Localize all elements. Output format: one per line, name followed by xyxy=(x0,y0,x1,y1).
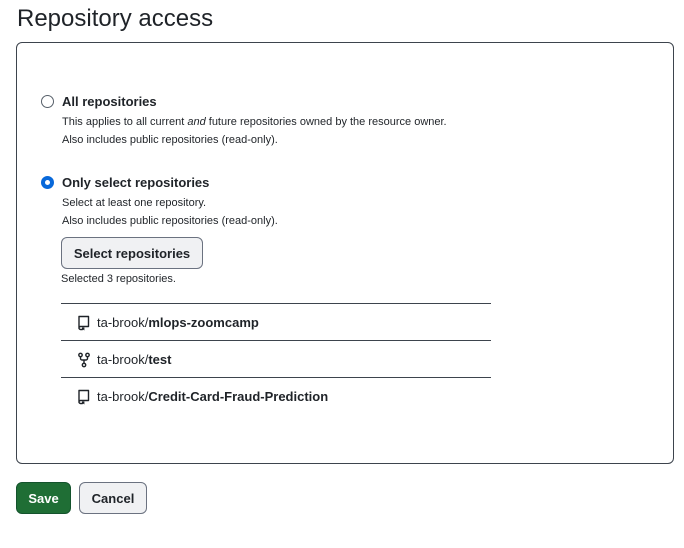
repo-icon xyxy=(78,315,90,331)
all-repositories-radio[interactable] xyxy=(41,95,54,108)
repo-row: ta-brook/Credit-Card-Fraud-Prediction xyxy=(61,377,491,415)
selected-repository-list: ta-brook/mlops-zoomcamp ta-brook/test ta… xyxy=(61,303,491,415)
save-button[interactable]: Save xyxy=(16,482,71,514)
all-repositories-label[interactable]: All repositories xyxy=(62,93,157,111)
only-select-repositories-label[interactable]: Only select repositories xyxy=(62,174,209,192)
only-select-public-note: Also includes public repositories (read-… xyxy=(62,215,278,227)
repo-name: ta-brook/mlops-zoomcamp xyxy=(97,315,259,330)
selected-count: Selected 3 repositories. xyxy=(61,273,176,285)
only-select-repositories-radio[interactable] xyxy=(41,176,54,189)
all-repositories-public-note: Also includes public repositories (read-… xyxy=(62,134,278,146)
repo-name: ta-brook/Credit-Card-Fraud-Prediction xyxy=(97,389,329,404)
repo-row: ta-brook/mlops-zoomcamp xyxy=(61,303,491,340)
repo-forked-icon xyxy=(78,352,90,368)
repo-name: ta-brook/test xyxy=(97,352,172,367)
select-repositories-button[interactable]: Select repositories xyxy=(61,237,203,269)
repo-icon xyxy=(78,389,90,405)
repo-row: ta-brook/test xyxy=(61,340,491,377)
all-repositories-description: This applies to all current and future r… xyxy=(62,116,447,128)
cancel-button[interactable]: Cancel xyxy=(79,482,147,514)
only-select-description: Select at least one repository. xyxy=(62,197,207,209)
page-title: Repository access xyxy=(17,5,214,32)
